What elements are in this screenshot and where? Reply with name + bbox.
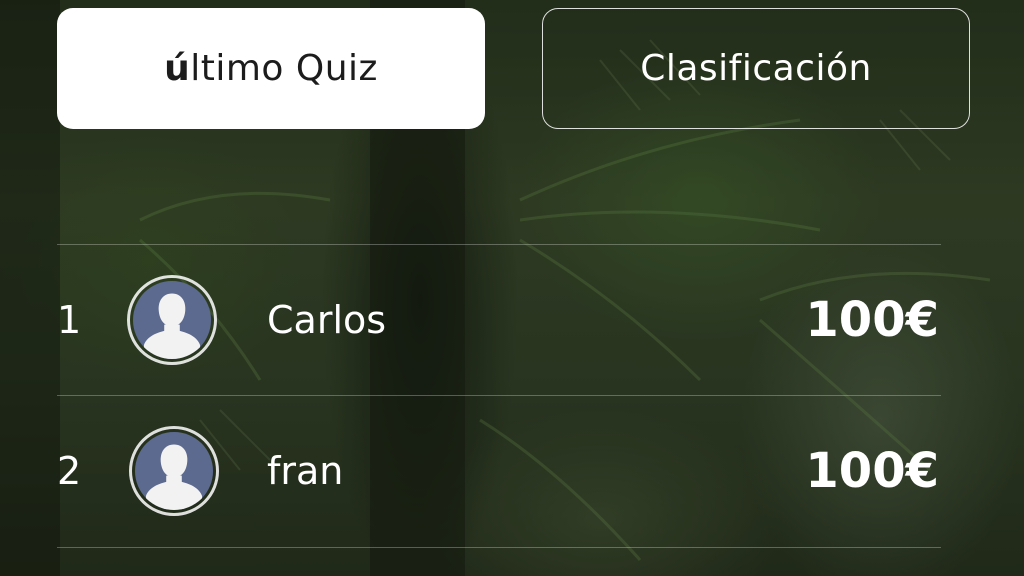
player-score: 100€ <box>805 443 939 499</box>
player-name: fran <box>267 449 344 493</box>
row-divider <box>57 547 941 548</box>
tab-last-quiz[interactable]: ú ltimo Quiz <box>57 8 485 129</box>
rank-number: 2 <box>57 449 82 493</box>
avatar <box>127 275 217 365</box>
avatar <box>129 426 219 516</box>
leaderboard-screen: ú ltimo Quiz Clasificación 1 Carlos 100€ … <box>0 0 1024 576</box>
tab-ranking-label: Clasificación <box>640 48 872 89</box>
leaderboard-row[interactable]: 2 fran 100€ <box>57 396 941 546</box>
default-user-icon <box>143 293 201 359</box>
default-user-icon <box>145 444 203 510</box>
rank-number: 1 <box>57 298 82 342</box>
player-name: Carlos <box>267 298 387 342</box>
tab-ranking[interactable]: Clasificación <box>542 8 970 129</box>
tab-last-quiz-label: ltimo Quiz <box>190 48 378 89</box>
leaderboard-row[interactable]: 1 Carlos 100€ <box>57 245 941 395</box>
tab-last-quiz-prefix: ú <box>164 48 191 89</box>
player-score: 100€ <box>805 292 939 348</box>
